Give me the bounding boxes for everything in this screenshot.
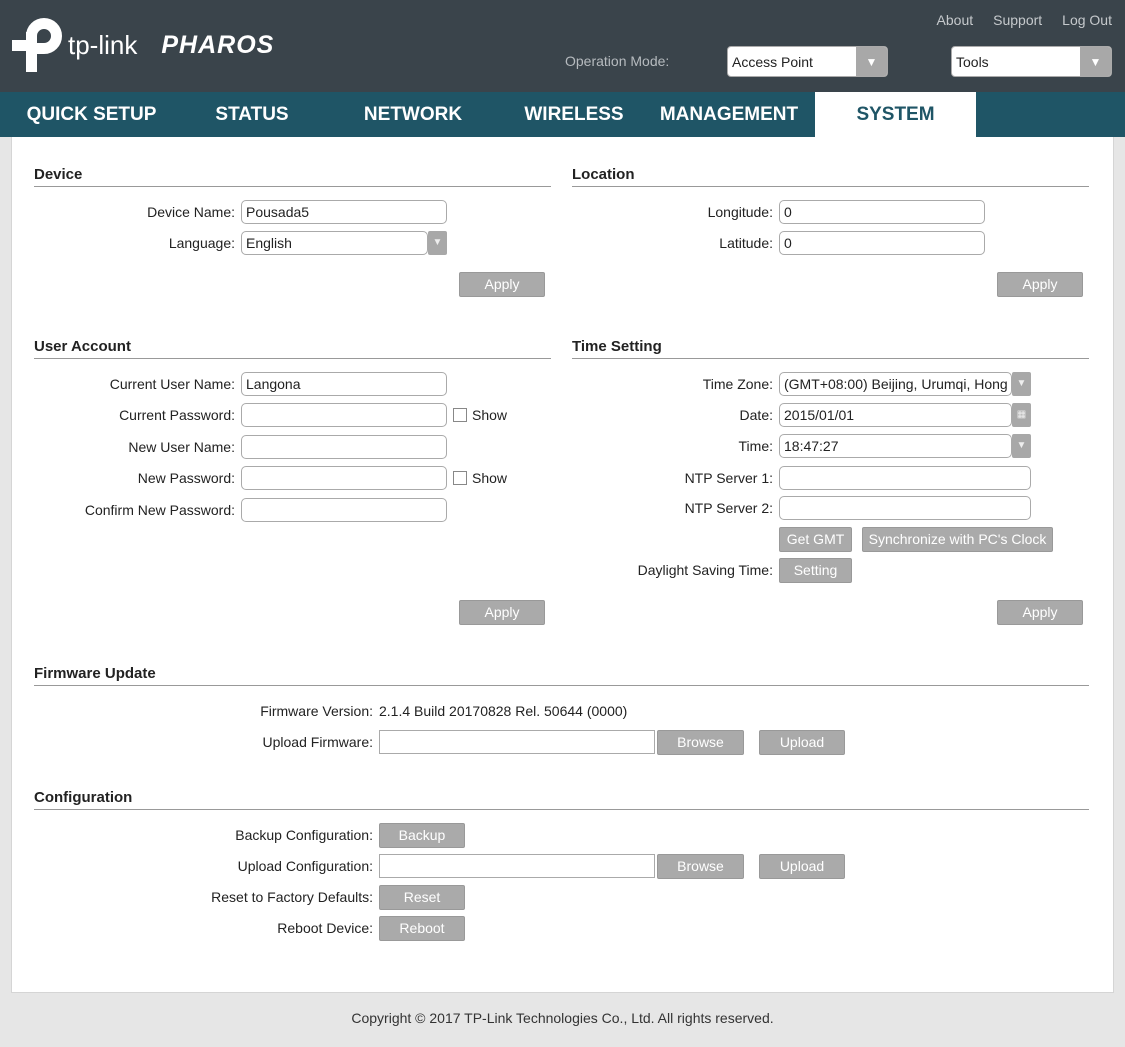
product-name: PHAROS (161, 30, 275, 59)
time-section-title: Time Setting (572, 338, 1089, 359)
chevron-down-icon[interactable]: ▼ (1012, 434, 1031, 458)
latitude-label: Latitude: (719, 235, 773, 251)
sync-pc-clock-button[interactable]: Synchronize with PC's Clock (862, 527, 1053, 552)
new-password-input[interactable] (241, 466, 447, 490)
latitude-input[interactable]: 0 (779, 231, 985, 255)
ntp1-input[interactable] (779, 466, 1031, 490)
current-user-input[interactable]: Langona (241, 372, 447, 396)
location-section-title: Location (572, 166, 1089, 187)
firmware-browse-button[interactable]: Browse (657, 730, 744, 755)
reboot-label: Reboot Device: (277, 920, 373, 936)
current-password-input[interactable] (241, 403, 447, 427)
longitude-input[interactable]: 0 (779, 200, 985, 224)
user-account-section-title: User Account (34, 338, 551, 359)
language-select[interactable]: English (241, 231, 428, 255)
firmware-version-label: Firmware Version: (260, 703, 373, 719)
show-new-password-checkbox[interactable] (453, 471, 467, 485)
ntp2-input[interactable] (779, 496, 1031, 520)
new-password-label: New Password: (137, 470, 235, 486)
tp-link-logo-icon (12, 18, 62, 72)
tab-quick-setup[interactable]: QUICK SETUP (0, 92, 183, 137)
tools-select[interactable]: Tools ▼ (951, 46, 1112, 77)
main-nav: QUICK SETUP STATUS NETWORK WIRELESS MANA… (0, 92, 1125, 137)
reset-label: Reset to Factory Defaults: (211, 889, 373, 905)
tab-wireless[interactable]: WIRELESS (505, 92, 643, 137)
longitude-label: Longitude: (707, 204, 773, 220)
show-label: Show (472, 470, 508, 486)
header: tp-link PHAROS About Support Log Out Ope… (0, 0, 1125, 92)
about-link[interactable]: About (937, 12, 974, 28)
reboot-button[interactable]: Reboot (379, 916, 465, 941)
dst-label: Daylight Saving Time: (637, 562, 773, 578)
tab-status[interactable]: STATUS (183, 92, 321, 137)
chevron-down-icon: ▼ (856, 47, 887, 76)
logo: tp-link PHAROS (12, 18, 274, 72)
firmware-upload-button[interactable]: Upload (759, 730, 845, 755)
account-apply-button[interactable]: Apply (459, 600, 545, 625)
device-name-input[interactable]: Pousada5 (241, 200, 447, 224)
time-zone-label: Time Zone: (702, 376, 773, 392)
date-label: Date: (739, 407, 773, 423)
config-upload-button[interactable]: Upload (759, 854, 845, 879)
upload-firmware-label: Upload Firmware: (262, 734, 373, 750)
footer-copyright: Copyright © 2017 TP-Link Technologies Co… (351, 1010, 774, 1026)
tab-management[interactable]: MANAGEMENT (643, 92, 815, 137)
show-current-password-checkbox[interactable] (453, 408, 467, 422)
chevron-down-icon: ▼ (1080, 47, 1111, 76)
location-apply-button[interactable]: Apply (997, 272, 1083, 297)
dst-setting-button[interactable]: Setting (779, 558, 852, 583)
confirm-password-input[interactable] (241, 498, 447, 522)
ntp1-label: NTP Server 1: (684, 470, 773, 486)
firmware-file-input[interactable] (379, 730, 655, 754)
brand-name: tp-link (68, 29, 138, 60)
time-select[interactable]: 18:47:27 (779, 434, 1012, 458)
date-input[interactable]: 2015/01/01 (779, 403, 1012, 427)
current-user-label: Current User Name: (109, 376, 235, 392)
calendar-icon[interactable]: ▦ (1012, 403, 1031, 427)
firmware-version-value: 2.1.4 Build 20170828 Rel. 50644 (0000) (379, 703, 628, 719)
current-password-label: Current Password: (119, 407, 235, 423)
device-apply-button[interactable]: Apply (459, 272, 545, 297)
firmware-section-title: Firmware Update (34, 665, 1089, 686)
device-section-title: Device (34, 166, 551, 187)
reset-button[interactable]: Reset (379, 885, 465, 910)
operation-mode-value: Access Point (732, 54, 813, 70)
tab-network[interactable]: NETWORK (321, 92, 505, 137)
operation-mode-label: Operation Mode: (565, 53, 670, 69)
config-file-input[interactable] (379, 854, 655, 878)
time-label: Time: (738, 438, 773, 454)
chevron-down-icon[interactable]: ▼ (1012, 372, 1031, 396)
backup-label: Backup Configuration: (235, 827, 373, 843)
operation-mode-select[interactable]: Access Point ▼ (727, 46, 888, 77)
language-label: Language: (168, 235, 235, 251)
chevron-down-icon[interactable]: ▼ (428, 231, 447, 255)
ntp2-label: NTP Server 2: (684, 500, 773, 516)
device-name-label: Device Name: (147, 204, 235, 220)
get-gmt-button[interactable]: Get GMT (779, 527, 852, 552)
time-zone-select[interactable]: (GMT+08:00) Beijing, Urumqi, Hong Kong (779, 372, 1012, 396)
tab-system[interactable]: SYSTEM (815, 92, 976, 137)
upload-config-label: Upload Configuration: (237, 858, 373, 874)
config-browse-button[interactable]: Browse (657, 854, 744, 879)
logout-link[interactable]: Log Out (1062, 12, 1112, 28)
support-link[interactable]: Support (993, 12, 1042, 28)
tools-value: Tools (956, 54, 989, 70)
backup-button[interactable]: Backup (379, 823, 465, 848)
new-user-label: New User Name: (128, 439, 235, 455)
time-apply-button[interactable]: Apply (997, 600, 1083, 625)
configuration-section-title: Configuration (34, 789, 1089, 810)
confirm-password-label: Confirm New Password: (84, 502, 235, 518)
show-label: Show (472, 407, 508, 423)
new-user-input[interactable] (241, 435, 447, 459)
